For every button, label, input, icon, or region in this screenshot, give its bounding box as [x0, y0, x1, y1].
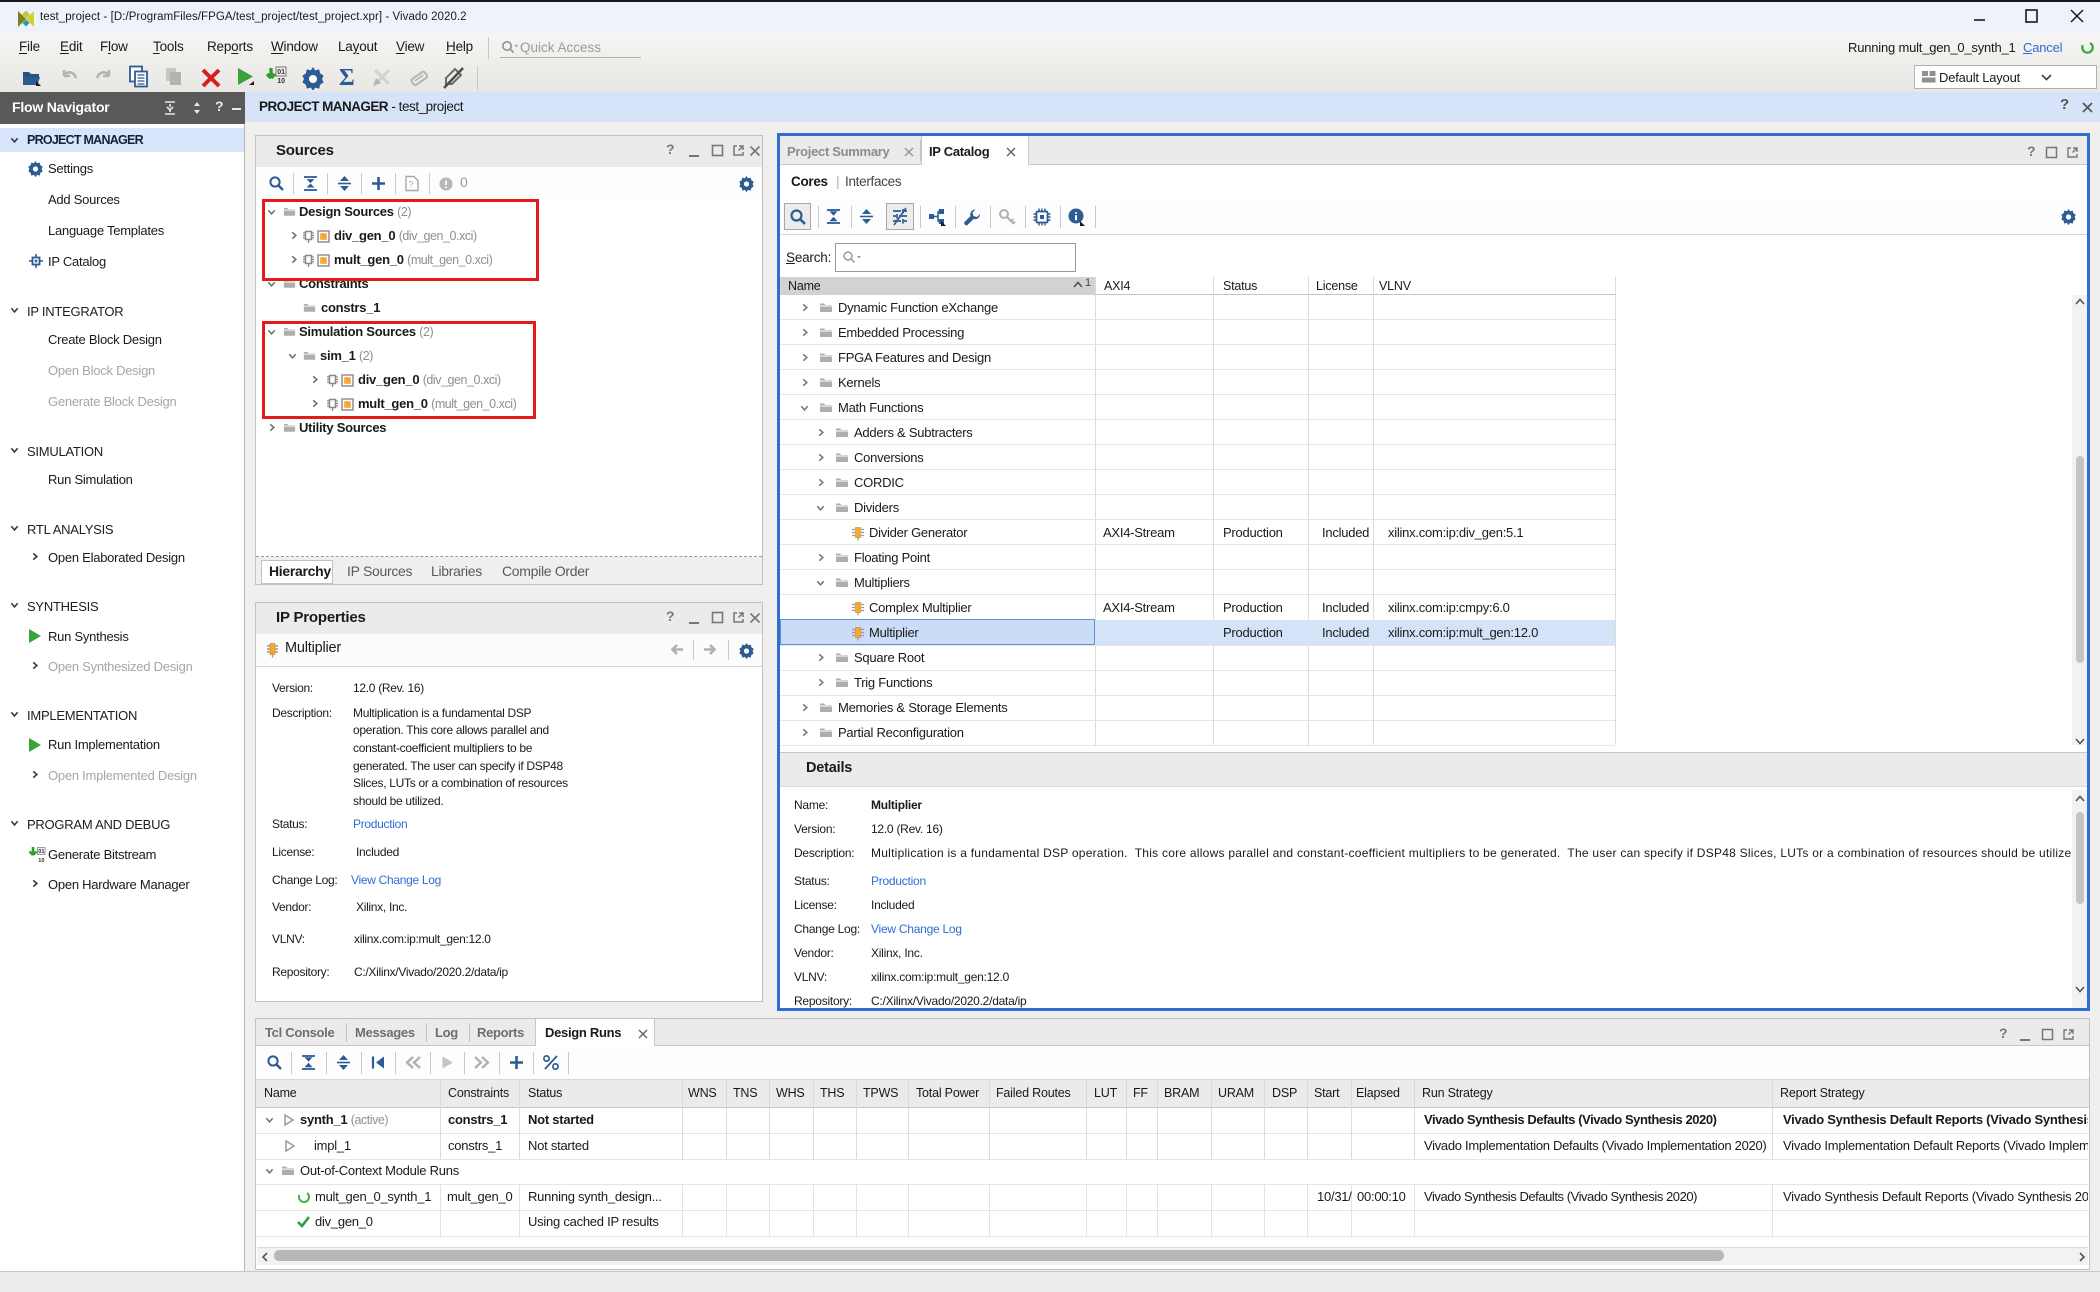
svg-text:01: 01 — [277, 69, 285, 76]
svg-text:10: 10 — [38, 858, 44, 864]
svg-text:Σ: Σ — [339, 65, 355, 90]
svg-text:10: 10 — [277, 78, 285, 85]
svg-text:?: ? — [409, 180, 414, 190]
svg-text:01: 01 — [38, 849, 44, 855]
